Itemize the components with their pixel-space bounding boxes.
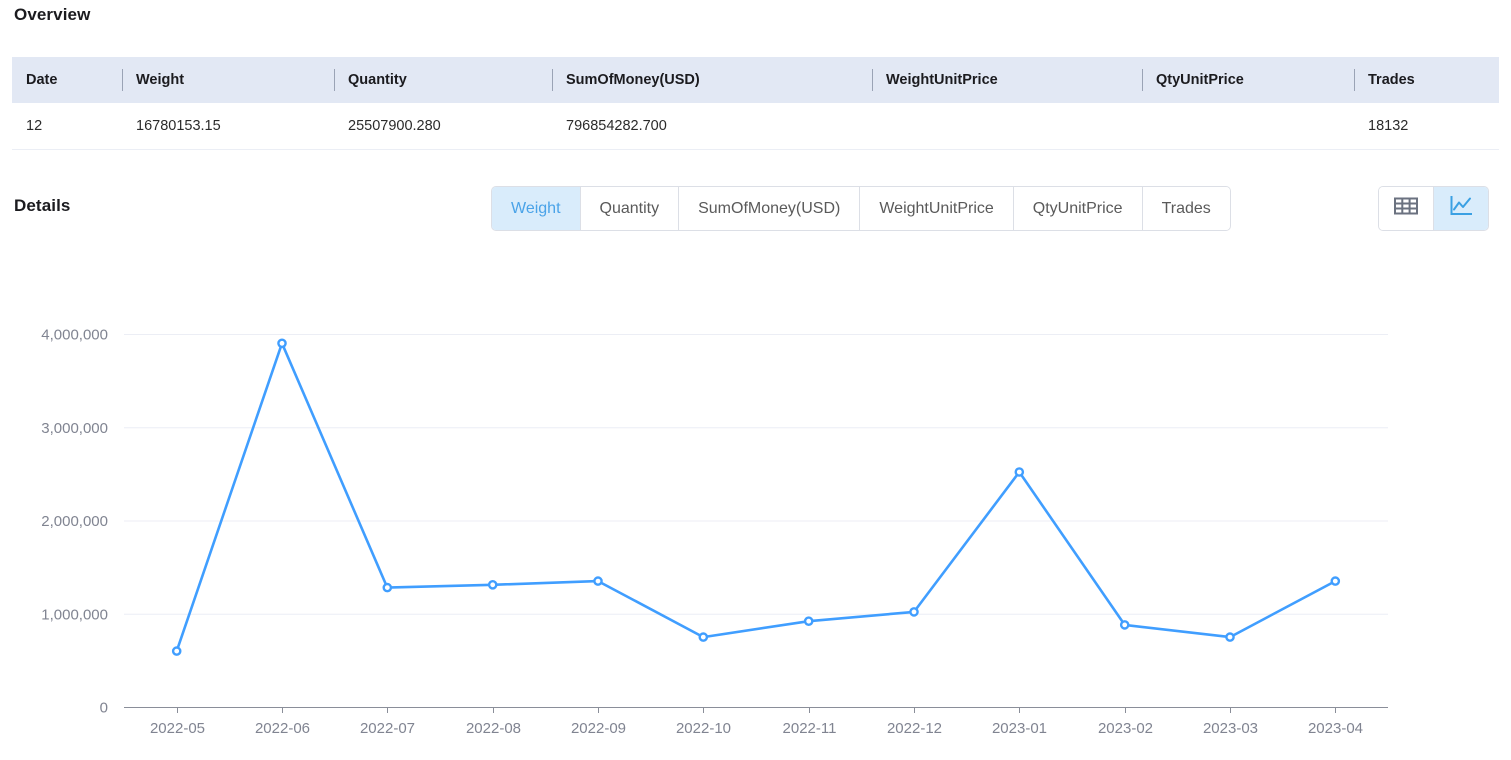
data-point[interactable]	[171, 646, 182, 656]
y-axis-tick-label: 4,000,000	[41, 327, 108, 344]
data-point[interactable]	[698, 632, 709, 642]
column-header-sumofmoney: SumOfMoney(USD)	[552, 57, 872, 103]
x-axis-tick-label: 2022-10	[676, 720, 731, 737]
x-axis-tick-label: 2023-04	[1308, 720, 1363, 737]
metric-tab-weight[interactable]: Weight	[492, 187, 581, 230]
series-line-weight	[175, 342, 1337, 653]
metric-tab-qtyunitprice[interactable]: QtyUnitPrice	[1013, 187, 1143, 230]
cell-date: 12	[12, 103, 122, 150]
data-point[interactable]	[1014, 467, 1025, 477]
x-axis-tick-label: 2022-06	[255, 720, 310, 737]
data-point[interactable]	[382, 582, 393, 593]
column-header-quantity: Quantity	[334, 57, 552, 103]
view-toggle-group[interactable]	[1378, 186, 1489, 231]
metric-tab-trades[interactable]: Trades	[1142, 187, 1230, 230]
data-point[interactable]	[487, 579, 498, 590]
metric-tab-quantity[interactable]: Quantity	[580, 187, 680, 230]
y-axis-tick-label: 0	[100, 700, 108, 717]
x-axis-tick-label: 2022-07	[360, 720, 415, 737]
x-axis-tick-label: 2023-03	[1203, 720, 1258, 737]
y-axis-tick-label: 3,000,000	[41, 420, 108, 437]
chart-view-button[interactable]	[1434, 187, 1488, 230]
column-header-trades: Trades	[1354, 57, 1499, 103]
table-row: 12 16780153.15 25507900.280 796854282.70…	[12, 103, 1499, 150]
details-section-title: Details	[14, 196, 71, 215]
cell-weight: 16780153.15	[122, 103, 334, 150]
x-axis-tick-label: 2023-01	[992, 720, 1047, 737]
column-header-weight: Weight	[122, 57, 334, 103]
metric-tab-sumofmoney-usd[interactable]: SumOfMoney(USD)	[679, 187, 861, 230]
data-point[interactable]	[277, 338, 287, 349]
metric-tab-weightunitprice[interactable]: WeightUnitPrice	[860, 187, 1014, 230]
overview-table: Date Weight Quantity SumOfMoney(USD) Wei…	[12, 57, 1499, 150]
chart-canvas: 0 1,000,000 2,000,000 3,000,000 4,000,000 202…	[41, 327, 1388, 737]
x-axis-tick-label: 2022-08	[466, 720, 521, 737]
chart-view-icon	[1449, 195, 1473, 222]
x-axis-tick-label: 2022-05	[150, 720, 205, 737]
table-view-icon	[1394, 196, 1418, 221]
data-point[interactable]	[803, 616, 814, 627]
overview-section-title: Overview	[14, 5, 91, 24]
column-header-qtyunitprice: QtyUnitPrice	[1142, 57, 1354, 103]
y-axis-tick-label: 1,000,000	[41, 606, 108, 623]
table-view-button[interactable]	[1379, 187, 1434, 230]
details-line-chart[interactable]: 0 1,000,000 2,000,000 3,000,000 4,000,000 202…	[0, 250, 1511, 750]
x-axis-tick-label: 2023-02	[1098, 720, 1153, 737]
data-point[interactable]	[1119, 620, 1130, 630]
cell-trades: 18132	[1354, 103, 1499, 150]
data-point[interactable]	[593, 576, 603, 586]
x-axis-tick-label: 2022-12	[887, 720, 942, 737]
metric-tab-group[interactable]: Weight Quantity SumOfMoney(USD) WeightUnitP…	[491, 186, 1231, 231]
data-point[interactable]	[1225, 632, 1235, 642]
data-point[interactable]	[1330, 576, 1341, 586]
data-point[interactable]	[909, 607, 919, 617]
y-axis-tick-label: 2,000,000	[41, 513, 108, 530]
cell-weightunitprice	[872, 103, 1142, 150]
cell-sumofmoney: 796854282.700	[552, 103, 872, 150]
x-axis-tick-label: 2022-09	[571, 720, 626, 737]
column-header-date: Date	[12, 57, 122, 103]
overview-table-header-row: Date Weight Quantity SumOfMoney(USD) Wei…	[12, 57, 1499, 103]
cell-qtyunitprice	[1142, 103, 1354, 150]
column-header-weightunitprice: WeightUnitPrice	[872, 57, 1142, 103]
cell-quantity: 25507900.280	[334, 103, 552, 150]
x-axis-tick-label: 2022-11	[783, 720, 837, 737]
